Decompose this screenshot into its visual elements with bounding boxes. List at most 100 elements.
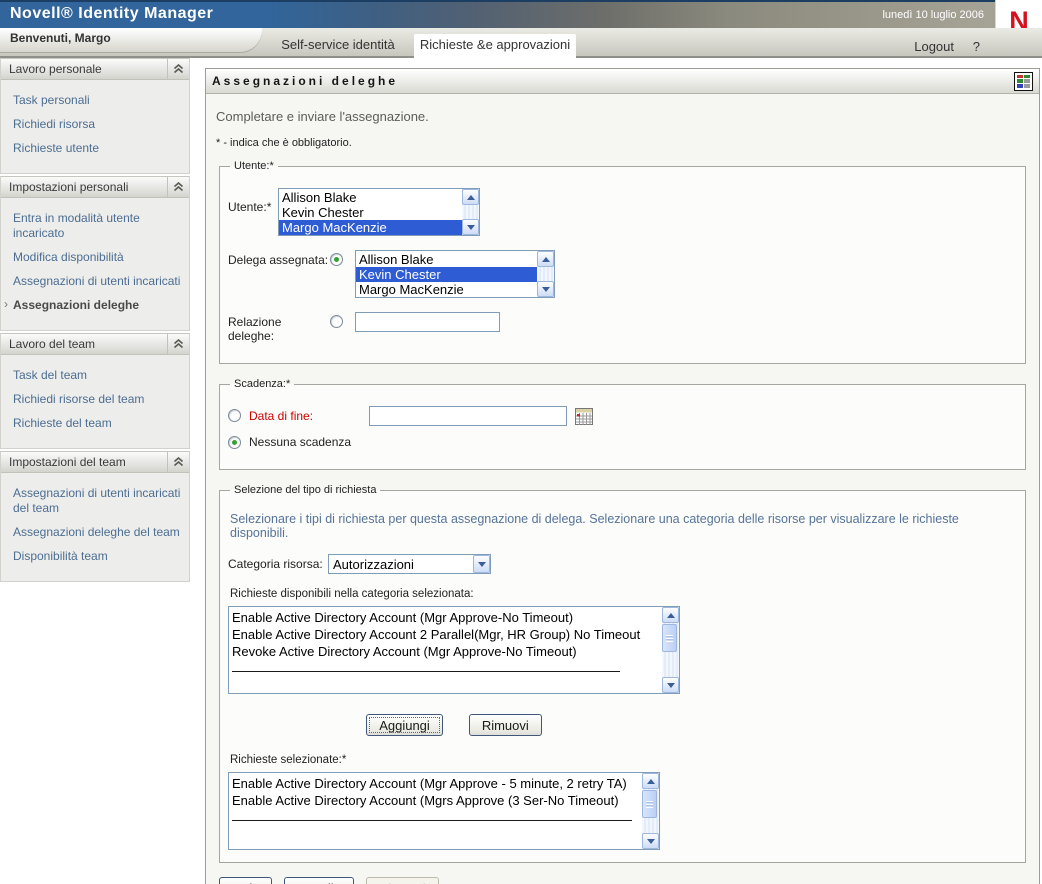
grid-cell <box>1024 83 1030 88</box>
collapse-icon[interactable] <box>167 334 189 354</box>
sidebar-item-richiedi-risorsa[interactable]: Richiedi risorsa <box>13 117 185 132</box>
sidebar-item-richieste-del-team[interactable]: Richieste del team <box>13 416 185 431</box>
page: Novell® Identity Manager lunedì 10 lugli… <box>0 0 1042 884</box>
scrollbar[interactable] <box>662 607 679 693</box>
selected-options: Enable Active Directory Account (Mgr App… <box>229 773 642 849</box>
sidebar-header[interactable]: Lavoro personale <box>1 58 189 80</box>
chevron-down-icon[interactable] <box>473 555 490 573</box>
cancel-button[interactable]: Annulla <box>284 877 354 884</box>
user-row: Utente:* Allison Blake Kevin Chester Mar… <box>228 188 1017 236</box>
no-expiry-radio[interactable] <box>228 436 241 449</box>
end-date-radio[interactable] <box>228 409 241 422</box>
grid-cell <box>1017 74 1023 79</box>
sidebar-header[interactable]: Lavoro del team <box>1 333 189 355</box>
sidebar-section-impostazioni-personali: Impostazioni personali Entra in modalità… <box>0 176 190 331</box>
grid-cell <box>1017 79 1023 83</box>
user-label: Utente:* <box>228 200 272 214</box>
sidebar-header[interactable]: Impostazioni del team <box>1 451 189 473</box>
tab-bar: Benvenuti, Margo Self-service identità R… <box>0 28 1042 58</box>
scroll-track[interactable] <box>662 623 679 677</box>
category-value: Autorizzazioni <box>333 556 414 572</box>
scroll-thumb[interactable] <box>662 624 677 652</box>
scrollbar[interactable] <box>642 773 659 849</box>
help-link[interactable]: ? <box>973 39 980 54</box>
delegate-listbox[interactable]: Allison Blake Kevin Chester Margo MacKen… <box>355 250 555 298</box>
user-listbox[interactable]: Allison Blake Kevin Chester Margo MacKen… <box>278 188 480 236</box>
sidebar-item-richieste-utente[interactable]: Richieste utente <box>13 141 185 156</box>
list-option[interactable]: Kevin Chester <box>279 205 462 220</box>
scroll-down-icon[interactable] <box>642 833 659 849</box>
list-option[interactable]: Allison Blake <box>356 252 537 267</box>
grid-cell <box>1024 79 1030 83</box>
no-expiry-row: Nessuna scadenza <box>228 434 1017 449</box>
sidebar-item-modifica-disponibilita[interactable]: Modifica disponibilità <box>13 250 185 265</box>
scroll-track[interactable] <box>642 789 659 833</box>
delegate-options: Allison Blake Kevin Chester Margo MacKen… <box>356 251 537 297</box>
scroll-down-icon[interactable] <box>662 677 679 693</box>
scroll-thumb[interactable] <box>642 790 657 818</box>
submit-button[interactable]: Invia <box>219 877 273 884</box>
list-option[interactable]: Enable Active Directory Account 2 Parall… <box>229 626 662 643</box>
scrollbar[interactable] <box>462 189 479 235</box>
list-option-selected[interactable]: Kevin Chester <box>356 267 537 282</box>
end-date-row: Data di fine: <box>228 406 1017 426</box>
tab-requests-approvals[interactable]: Richieste &e approvazioni <box>414 34 576 58</box>
end-date-label: Data di fine: <box>249 409 314 423</box>
scroll-track[interactable] <box>462 205 479 219</box>
list-option[interactable]: Revoke Active Directory Account (Mgr App… <box>229 643 662 660</box>
scroll-up-icon[interactable] <box>462 189 479 205</box>
scroll-down-icon[interactable] <box>537 281 554 297</box>
panel-title-bar: Assegnazioni deleghe <box>206 69 1039 94</box>
sidebar-item-entra-modalita-utente[interactable]: Entra in modalità utente incaricato <box>13 211 185 241</box>
list-option[interactable]: Margo MacKenzie <box>356 282 537 297</box>
scroll-up-icon[interactable] <box>662 607 679 623</box>
list-option[interactable]: Enable Active Directory Account (Mgr App… <box>229 775 642 792</box>
sidebar-item-disponibilita-team[interactable]: Disponibilità team <box>13 549 185 564</box>
relation-input[interactable] <box>355 312 500 332</box>
product-title: Novell® Identity Manager <box>10 5 214 22</box>
portlet-grid-icon[interactable] <box>1014 71 1033 91</box>
remove-assignment-button: Rimuovi <box>365 877 439 884</box>
collapse-icon[interactable] <box>167 177 189 197</box>
sidebar-item-assegnazioni-incaricati-team[interactable]: Assegnazioni di utenti incaricati del te… <box>13 486 185 516</box>
logout-link[interactable]: Logout <box>914 39 954 54</box>
page-subtitle: Completare e inviare l'assegnazione. <box>216 109 429 124</box>
scroll-track[interactable] <box>537 267 554 281</box>
sidebar-item-richiedi-risorse-team[interactable]: Richiedi risorse del team <box>13 392 185 407</box>
scroll-up-icon[interactable] <box>642 773 659 789</box>
list-option[interactable]: Enable Active Directory Account (Mgrs Ap… <box>229 792 642 809</box>
sidebar-item-assegnazioni-deleghe[interactable]: Assegnazioni deleghe <box>4 297 185 313</box>
scroll-down-icon[interactable] <box>462 219 479 235</box>
scrollbar[interactable] <box>537 251 554 297</box>
sidebar-item-assegnazioni-deleghe-team[interactable]: Assegnazioni deleghe del team <box>13 525 185 540</box>
selected-requests-listbox[interactable]: Enable Active Directory Account (Mgr App… <box>228 772 660 850</box>
end-date-input[interactable] <box>369 406 567 426</box>
selected-requests-label: Richieste selezionate:* <box>230 754 347 766</box>
page-title: Assegnazioni deleghe <box>212 74 399 88</box>
relation-radio[interactable] <box>330 315 343 328</box>
sidebar-items: Task del team Richiedi risorse del team … <box>1 355 189 448</box>
collapse-icon[interactable] <box>167 452 189 472</box>
grid-cell <box>1017 83 1023 88</box>
available-requests-listbox[interactable]: Enable Active Directory Account (Mgr App… <box>228 606 680 694</box>
sidebar-header[interactable]: Impostazioni personali <box>1 176 189 198</box>
scroll-up-icon[interactable] <box>537 251 554 267</box>
sidebar-item-assegnazioni-utenti-incaricati[interactable]: Assegnazioni di utenti incaricati <box>13 274 185 289</box>
tab-self-service[interactable]: Self-service identità <box>258 34 418 58</box>
sidebar-section-impostazioni-del-team: Impostazioni del team Assegnazioni di ut… <box>0 451 190 582</box>
delegate-radio[interactable] <box>330 253 343 266</box>
list-separator <box>232 810 632 821</box>
add-button[interactable]: Aggiungi <box>366 714 443 736</box>
sidebar-item-task-del-team[interactable]: Task del team <box>13 368 185 383</box>
calendar-icon[interactable] <box>575 408 593 425</box>
category-label: Categoria risorsa: <box>228 557 323 571</box>
sidebar-item-task-personali[interactable]: Task personali <box>13 93 185 108</box>
category-select[interactable]: Autorizzazioni <box>328 554 491 574</box>
collapse-icon[interactable] <box>167 59 189 79</box>
add-remove-row: Aggiungi Rimuovi <box>228 714 680 736</box>
list-option-selected[interactable]: Margo MacKenzie <box>279 220 462 235</box>
list-option[interactable]: Enable Active Directory Account (Mgr App… <box>229 609 662 626</box>
remove-button[interactable]: Rimuovi <box>468 714 542 736</box>
sidebar-items: Assegnazioni di utenti incaricati del te… <box>1 473 189 581</box>
list-option[interactable]: Allison Blake <box>279 190 462 205</box>
